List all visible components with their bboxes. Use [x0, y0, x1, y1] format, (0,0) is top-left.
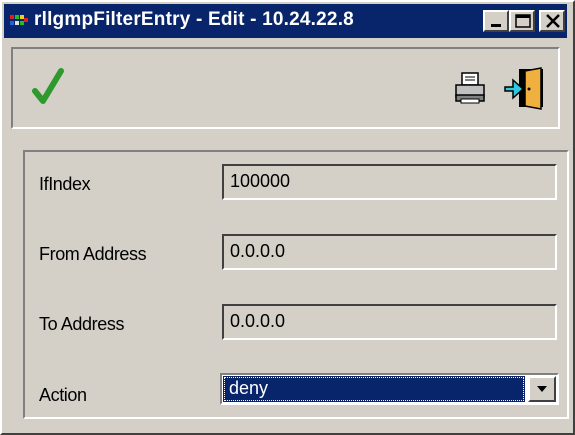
- from-address-field[interactable]: 0.0.0.0: [222, 234, 557, 270]
- from-address-label: From Address: [39, 244, 147, 264]
- minimize-icon: [491, 24, 501, 27]
- app-icon: [10, 15, 28, 25]
- ifindex-label: IfIndex: [39, 174, 91, 194]
- close-button[interactable]: [539, 10, 565, 32]
- maximize-icon: [515, 14, 531, 28]
- chevron-down-icon: [537, 386, 547, 392]
- print-button[interactable]: [453, 71, 489, 105]
- ifindex-field[interactable]: 100000: [222, 164, 557, 200]
- maximize-button[interactable]: [509, 10, 535, 32]
- exit-button[interactable]: [503, 65, 547, 111]
- window-title: rllgmpFilterEntry - Edit - 10.24.22.8: [34, 9, 354, 30]
- exit-door-icon: [504, 67, 543, 110]
- check-icon: [32, 68, 64, 104]
- apply-button[interactable]: [23, 61, 75, 113]
- minimize-button[interactable]: [483, 10, 509, 32]
- to-address-field[interactable]: 0.0.0.0: [222, 304, 557, 340]
- title-bar[interactable]: rllgmpFilterEntry - Edit - 10.24.22.8: [4, 4, 567, 38]
- printer-icon: [455, 72, 485, 104]
- dialog-window: rllgmpFilterEntry - Edit - 10.24.22.8 If…: [0, 0, 575, 435]
- action-selected-value[interactable]: deny: [223, 376, 525, 402]
- toolbar: [11, 47, 560, 129]
- action-label: Action: [39, 385, 87, 405]
- to-address-label: To Address: [39, 314, 125, 334]
- close-icon: [546, 14, 560, 28]
- action-dropdown-button[interactable]: [528, 376, 556, 402]
- form-panel: IfIndex 100000 From Address 0.0.0.0 To A…: [23, 150, 569, 419]
- action-select[interactable]: deny: [220, 373, 559, 405]
